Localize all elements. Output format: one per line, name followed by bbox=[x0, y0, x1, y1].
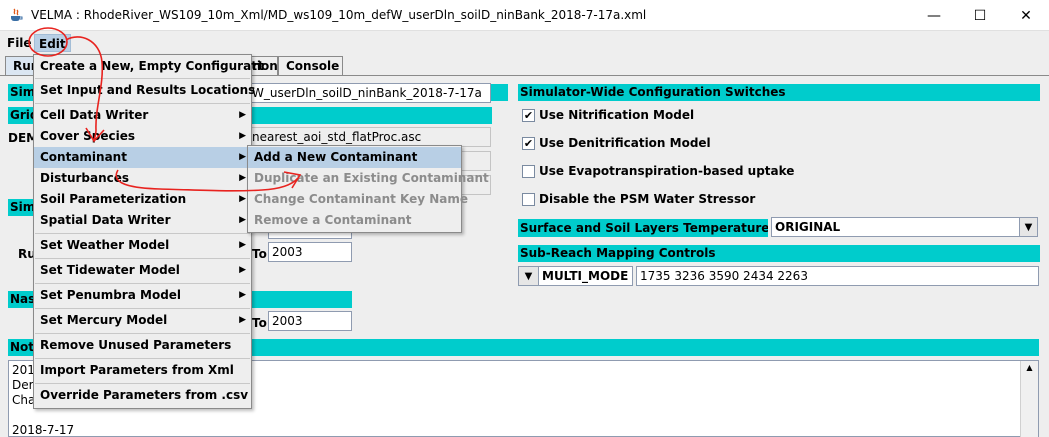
contaminant-submenu: Add a New Contaminant Duplicate an Exist… bbox=[247, 145, 489, 233]
menu-item-spatial-data-writer[interactable]: Spatial Data Writer ▶ bbox=[34, 210, 251, 231]
simulation-name-field[interactable]: W_userDln_soilD_ninBank_2018-7-17a bbox=[248, 83, 491, 103]
menu-item-tidewater-model[interactable]: Set Tidewater Model ▶ bbox=[34, 260, 251, 281]
note-line bbox=[9, 408, 1038, 423]
menu-item-cell-data-writer[interactable]: Cell Data Writer ▶ bbox=[34, 105, 251, 126]
menu-item-penumbra-model[interactable]: Set Penumbra Model ▶ bbox=[34, 285, 251, 306]
maximize-icon: ☐ bbox=[973, 7, 987, 24]
temperature-model-label: Surface and Soil Layers Temperature Mode… bbox=[518, 219, 768, 237]
chevron-down-icon[interactable]: ▼ bbox=[1019, 217, 1038, 237]
java-app-icon bbox=[9, 8, 23, 22]
menu-separator bbox=[35, 78, 250, 79]
chevron-right-icon: ▶ bbox=[239, 215, 246, 225]
menu-item-set-input-results[interactable]: Set Input and Results Locations bbox=[34, 80, 255, 101]
chevron-right-icon: ▶ bbox=[239, 131, 246, 141]
chevron-right-icon: ▶ bbox=[239, 194, 246, 204]
chevron-right-icon: ▶ bbox=[239, 110, 246, 120]
window-title: VELMA : RhodeRiver_WS109_10m_Xml/MD_ws10… bbox=[31, 8, 647, 22]
checkbox-unchecked-icon bbox=[522, 164, 535, 178]
menu-separator bbox=[35, 383, 250, 384]
chevron-right-icon: ▶ bbox=[239, 315, 246, 325]
menu-item-add-contaminant[interactable]: Add a New Contaminant bbox=[248, 147, 461, 168]
evapotranspiration-checkbox[interactable]: Use Evapotranspiration-based uptake bbox=[522, 164, 794, 178]
chevron-right-icon: ▶ bbox=[239, 240, 246, 250]
menu-item-weather-model[interactable]: Set Weather Model ▶ bbox=[34, 235, 251, 256]
menu-item-remove-contaminant[interactable]: Remove a Contaminant bbox=[248, 210, 461, 231]
menu-item-contaminant[interactable]: Contaminant ▶ bbox=[34, 147, 251, 168]
file-menu[interactable]: File bbox=[7, 34, 32, 52]
menu-separator bbox=[35, 358, 250, 359]
run-end-year-field[interactable]: 2003 bbox=[268, 242, 352, 262]
subreach-ids-field[interactable]: 1735 3236 3590 2434 2263 bbox=[636, 266, 1039, 286]
close-button[interactable]: ✕ bbox=[1003, 0, 1049, 31]
menu-item-duplicate-contaminant[interactable]: Duplicate an Existing Contaminant bbox=[248, 168, 489, 189]
menu-separator bbox=[35, 103, 250, 104]
subreach-mode-select[interactable]: MULTI_MODE bbox=[538, 266, 633, 286]
scroll-up-icon[interactable]: ▲ bbox=[1021, 361, 1038, 375]
minimize-button[interactable]: — bbox=[911, 0, 957, 31]
menu-item-create-config[interactable]: Create a New, Empty Configuration bbox=[34, 56, 278, 77]
title-bar: VELMA : RhodeRiver_WS109_10m_Xml/MD_ws10… bbox=[0, 0, 1049, 31]
menu-item-override-csv[interactable]: Override Parameters from .csv bbox=[34, 385, 251, 406]
nitrification-checkbox[interactable]: ✔ Use Nitrification Model bbox=[522, 108, 694, 122]
menu-item-remove-unused[interactable]: Remove Unused Parameters bbox=[34, 335, 251, 356]
run-to-label: To bbox=[252, 247, 267, 261]
menu-item-disturbances[interactable]: Disturbances ▶ bbox=[34, 168, 251, 189]
psm-water-stressor-checkbox[interactable]: Disable the PSM Water Stressor bbox=[522, 192, 755, 206]
note-line: 2018-7-17 bbox=[12, 423, 75, 437]
close-icon: ✕ bbox=[1020, 7, 1032, 24]
minimize-icon: — bbox=[927, 7, 941, 24]
chevron-right-icon: ▶ bbox=[239, 290, 246, 300]
menu-item-change-contaminant-key[interactable]: Change Contaminant Key Name bbox=[248, 189, 468, 210]
checkbox-checked-icon: ✔ bbox=[522, 108, 535, 122]
switches-header: Simulator-Wide Configuration Switches bbox=[518, 84, 1040, 101]
menu-separator bbox=[35, 258, 250, 259]
menu-item-import-xml[interactable]: Import Parameters from Xml bbox=[34, 360, 251, 381]
tab-console[interactable]: Console bbox=[278, 56, 343, 76]
denitrification-checkbox[interactable]: ✔ Use Denitrification Model bbox=[522, 136, 711, 150]
edit-dropdown-menu: Create a New, Empty Configuration Set In… bbox=[33, 54, 278, 409]
menu-item-soil-parameterization[interactable]: Soil Parameterization ▶ bbox=[34, 189, 251, 210]
menu-separator bbox=[35, 333, 250, 334]
menu-separator bbox=[35, 308, 250, 309]
dem-file-field[interactable]: nearest_aoi_std_flatProc.asc bbox=[248, 127, 491, 147]
nash-to-label: To bbox=[252, 316, 267, 330]
menu-item-cover-species[interactable]: Cover Species ▶ bbox=[34, 126, 251, 147]
chevron-right-icon: ▶ bbox=[239, 173, 246, 183]
nash-end-year-field[interactable]: 2003 bbox=[268, 311, 352, 331]
menu-separator bbox=[35, 283, 250, 284]
chevron-right-icon: ▶ bbox=[239, 152, 246, 162]
menu-bar: File Edit bbox=[0, 31, 1049, 54]
checkbox-checked-icon: ✔ bbox=[522, 136, 535, 150]
temperature-model-select[interactable]: ORIGINAL bbox=[771, 217, 1020, 237]
notes-scrollbar[interactable]: ▲ bbox=[1020, 361, 1038, 437]
subreach-header: Sub-Reach Mapping Controls bbox=[518, 245, 1040, 262]
checkbox-unchecked-icon bbox=[522, 192, 535, 206]
menu-separator bbox=[35, 233, 250, 234]
maximize-button[interactable]: ☐ bbox=[957, 0, 1003, 31]
edit-menu[interactable]: Edit bbox=[34, 34, 71, 52]
menu-item-mercury-model[interactable]: Set Mercury Model ▶ bbox=[34, 310, 251, 331]
chevron-down-icon[interactable]: ▼ bbox=[518, 266, 539, 286]
chevron-right-icon: ▶ bbox=[239, 265, 246, 275]
